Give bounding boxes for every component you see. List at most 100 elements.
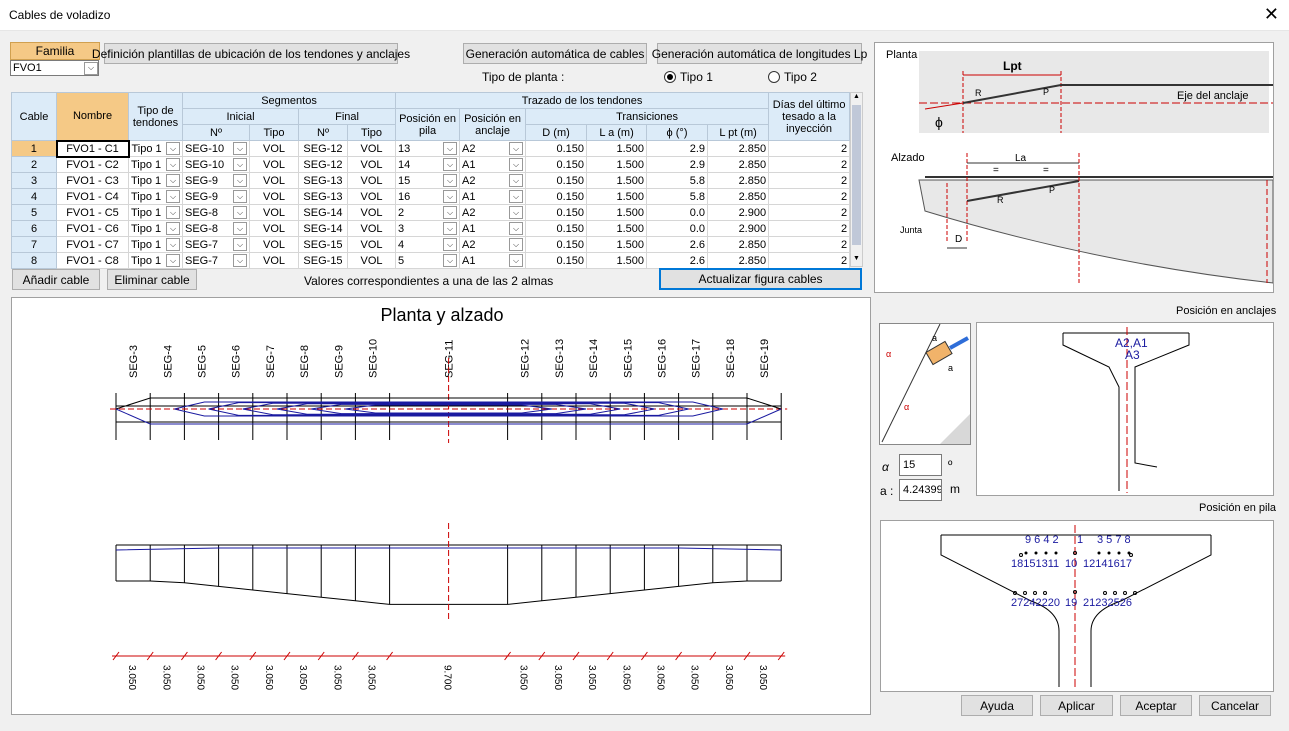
chevron-down-icon[interactable]: ⌵ [233, 222, 247, 235]
table-row[interactable]: 7 FVO1 - C7 Tipo 1 ⌵ SEG-7 ⌵ VOL SEG-15 VOL 4 ⌵ A2 ⌵… [11, 236, 851, 253]
tipo-final[interactable]: VOL [346, 204, 397, 221]
d-value[interactable]: 0.150 [525, 140, 588, 157]
pos-anclaje[interactable]: A2 ⌵ [459, 236, 527, 253]
alpha-input[interactable] [899, 454, 942, 476]
table-row[interactable]: 5 FVO1 - C5 Tipo 1 ⌵ SEG-8 ⌵ VOL SEG-14 VOL 2 ⌵ A2 ⌵… [11, 204, 851, 221]
tipo-final[interactable]: VOL [346, 188, 397, 205]
tipo-tendones[interactable]: Tipo 1 ⌵ [128, 188, 183, 205]
cable-name[interactable]: FVO1 - C1 [55, 139, 130, 158]
d-value[interactable]: 0.150 [525, 204, 588, 221]
chevron-down-icon[interactable]: ⌵ [84, 61, 98, 75]
pos-anclaje[interactable]: A1 ⌵ [459, 252, 527, 269]
seg-final[interactable]: SEG-12 [298, 140, 348, 157]
la-value[interactable]: 1.500 [586, 188, 648, 205]
chevron-down-icon[interactable]: ⌵ [443, 222, 458, 235]
tipo-inicial[interactable]: VOL [249, 220, 299, 237]
la-value[interactable]: 1.500 [586, 172, 648, 189]
radio-tipo2[interactable]: Tipo 2 [768, 70, 817, 84]
row-number[interactable]: 3 [11, 172, 57, 189]
tipo-inicial[interactable]: VOL [249, 188, 299, 205]
gen-cables-button[interactable]: Generación automática de cables [463, 43, 647, 64]
lpt-value[interactable]: 2.850 [707, 188, 770, 205]
radio-tipo1[interactable]: Tipo 1 [664, 70, 713, 84]
chevron-down-icon[interactable]: ⌵ [166, 254, 180, 267]
tipo-final[interactable]: VOL [346, 156, 397, 173]
tipo-tendones[interactable]: Tipo 1 ⌵ [128, 204, 183, 221]
pos-pila[interactable]: 2 ⌵ [395, 204, 461, 221]
seg-inicial[interactable]: SEG-8 ⌵ [182, 204, 250, 221]
cable-name[interactable]: FVO1 - C5 [56, 204, 129, 221]
cancel-button[interactable]: Cancelar [1199, 695, 1271, 716]
seg-final[interactable]: SEG-14 [298, 220, 348, 237]
chevron-down-icon[interactable]: ⌵ [166, 158, 180, 171]
tipo-final[interactable]: VOL [346, 252, 397, 269]
tipo-tendones[interactable]: Tipo 1 ⌵ [128, 236, 183, 253]
tipo-inicial[interactable]: VOL [249, 252, 299, 269]
lpt-value[interactable]: 2.850 [707, 236, 770, 253]
d-value[interactable]: 0.150 [525, 156, 588, 173]
d-value[interactable]: 0.150 [525, 188, 588, 205]
la-value[interactable]: 1.500 [586, 204, 648, 221]
chevron-down-icon[interactable]: ⌵ [509, 174, 524, 187]
phi-value[interactable]: 5.8 [646, 188, 709, 205]
chevron-down-icon[interactable]: ⌵ [443, 238, 458, 251]
chevron-down-icon[interactable]: ⌵ [166, 238, 180, 251]
la-value[interactable]: 1.500 [586, 156, 648, 173]
pos-pila[interactable]: 15 ⌵ [395, 172, 461, 189]
lpt-value[interactable]: 2.850 [707, 156, 770, 173]
tipo-inicial[interactable]: VOL [249, 204, 299, 221]
tipo-inicial[interactable]: VOL [249, 156, 299, 173]
help-button[interactable]: Ayuda [961, 695, 1033, 716]
phi-value[interactable]: 2.9 [646, 156, 709, 173]
table-row[interactable]: 8 FVO1 - C8 Tipo 1 ⌵ SEG-7 ⌵ VOL SEG-15 VOL 5 ⌵ A1 ⌵… [11, 252, 851, 269]
dias-value[interactable]: 2 [768, 156, 851, 173]
row-number[interactable]: 8 [11, 252, 57, 269]
seg-inicial[interactable]: SEG-9 ⌵ [182, 188, 250, 205]
la-value[interactable]: 1.500 [586, 220, 648, 237]
d-value[interactable]: 0.150 [525, 252, 588, 269]
row-number[interactable]: 7 [11, 236, 57, 253]
chevron-down-icon[interactable]: ⌵ [443, 142, 458, 155]
cable-name[interactable]: FVO1 - C6 [56, 220, 129, 237]
d-value[interactable]: 0.150 [525, 236, 588, 253]
d-value[interactable]: 0.150 [525, 172, 588, 189]
lpt-value[interactable]: 2.900 [707, 204, 770, 221]
chevron-down-icon[interactable]: ⌵ [443, 190, 458, 203]
chevron-down-icon[interactable]: ⌵ [509, 190, 524, 203]
seg-inicial[interactable]: SEG-8 ⌵ [182, 220, 250, 237]
pos-pila[interactable]: 13 ⌵ [395, 140, 461, 157]
seg-final[interactable]: SEG-15 [298, 252, 348, 269]
dias-value[interactable]: 2 [768, 236, 851, 253]
cable-name[interactable]: FVO1 - C4 [56, 188, 129, 205]
table-row[interactable]: 6 FVO1 - C6 Tipo 1 ⌵ SEG-8 ⌵ VOL SEG-14 VOL 3 ⌵ A1 ⌵… [11, 220, 851, 237]
phi-value[interactable]: 2.9 [646, 140, 709, 157]
familia-select[interactable]: FVO1 ⌵ [10, 60, 99, 76]
dias-value[interactable]: 2 [768, 188, 851, 205]
tipo-tendones[interactable]: Tipo 1 ⌵ [128, 140, 183, 157]
a-input[interactable] [899, 479, 942, 501]
tipo-inicial[interactable]: VOL [249, 172, 299, 189]
row-number[interactable]: 1 [11, 140, 57, 157]
table-row[interactable]: 2 FVO1 - C2 Tipo 1 ⌵ SEG-10 ⌵ VOL SEG-12 VOL 14 ⌵ A… [11, 156, 851, 173]
seg-inicial[interactable]: SEG-7 ⌵ [182, 236, 250, 253]
tipo-inicial[interactable]: VOL [249, 236, 299, 253]
pos-pila[interactable]: 14 ⌵ [395, 156, 461, 173]
dias-value[interactable]: 2 [768, 140, 851, 157]
la-value[interactable]: 1.500 [586, 252, 648, 269]
lpt-value[interactable]: 2.900 [707, 220, 770, 237]
dias-value[interactable]: 2 [768, 204, 851, 221]
chevron-down-icon[interactable]: ⌵ [509, 254, 524, 267]
cable-name[interactable]: FVO1 - C7 [56, 236, 129, 253]
chevron-down-icon[interactable]: ⌵ [233, 206, 247, 219]
tipo-tendones[interactable]: Tipo 1 ⌵ [128, 220, 183, 237]
dias-value[interactable]: 2 [768, 172, 851, 189]
chevron-down-icon[interactable]: ⌵ [233, 158, 247, 171]
chevron-down-icon[interactable]: ⌵ [166, 142, 180, 155]
dias-value[interactable]: 2 [768, 252, 851, 269]
update-figure-button[interactable]: Actualizar figura cables [659, 268, 862, 290]
chevron-down-icon[interactable]: ⌵ [443, 206, 458, 219]
cable-name[interactable]: FVO1 - C2 [56, 156, 129, 173]
pos-anclaje[interactable]: A2 ⌵ [459, 140, 527, 157]
tipo-inicial[interactable]: VOL [249, 140, 299, 157]
lpt-value[interactable]: 2.850 [707, 172, 770, 189]
